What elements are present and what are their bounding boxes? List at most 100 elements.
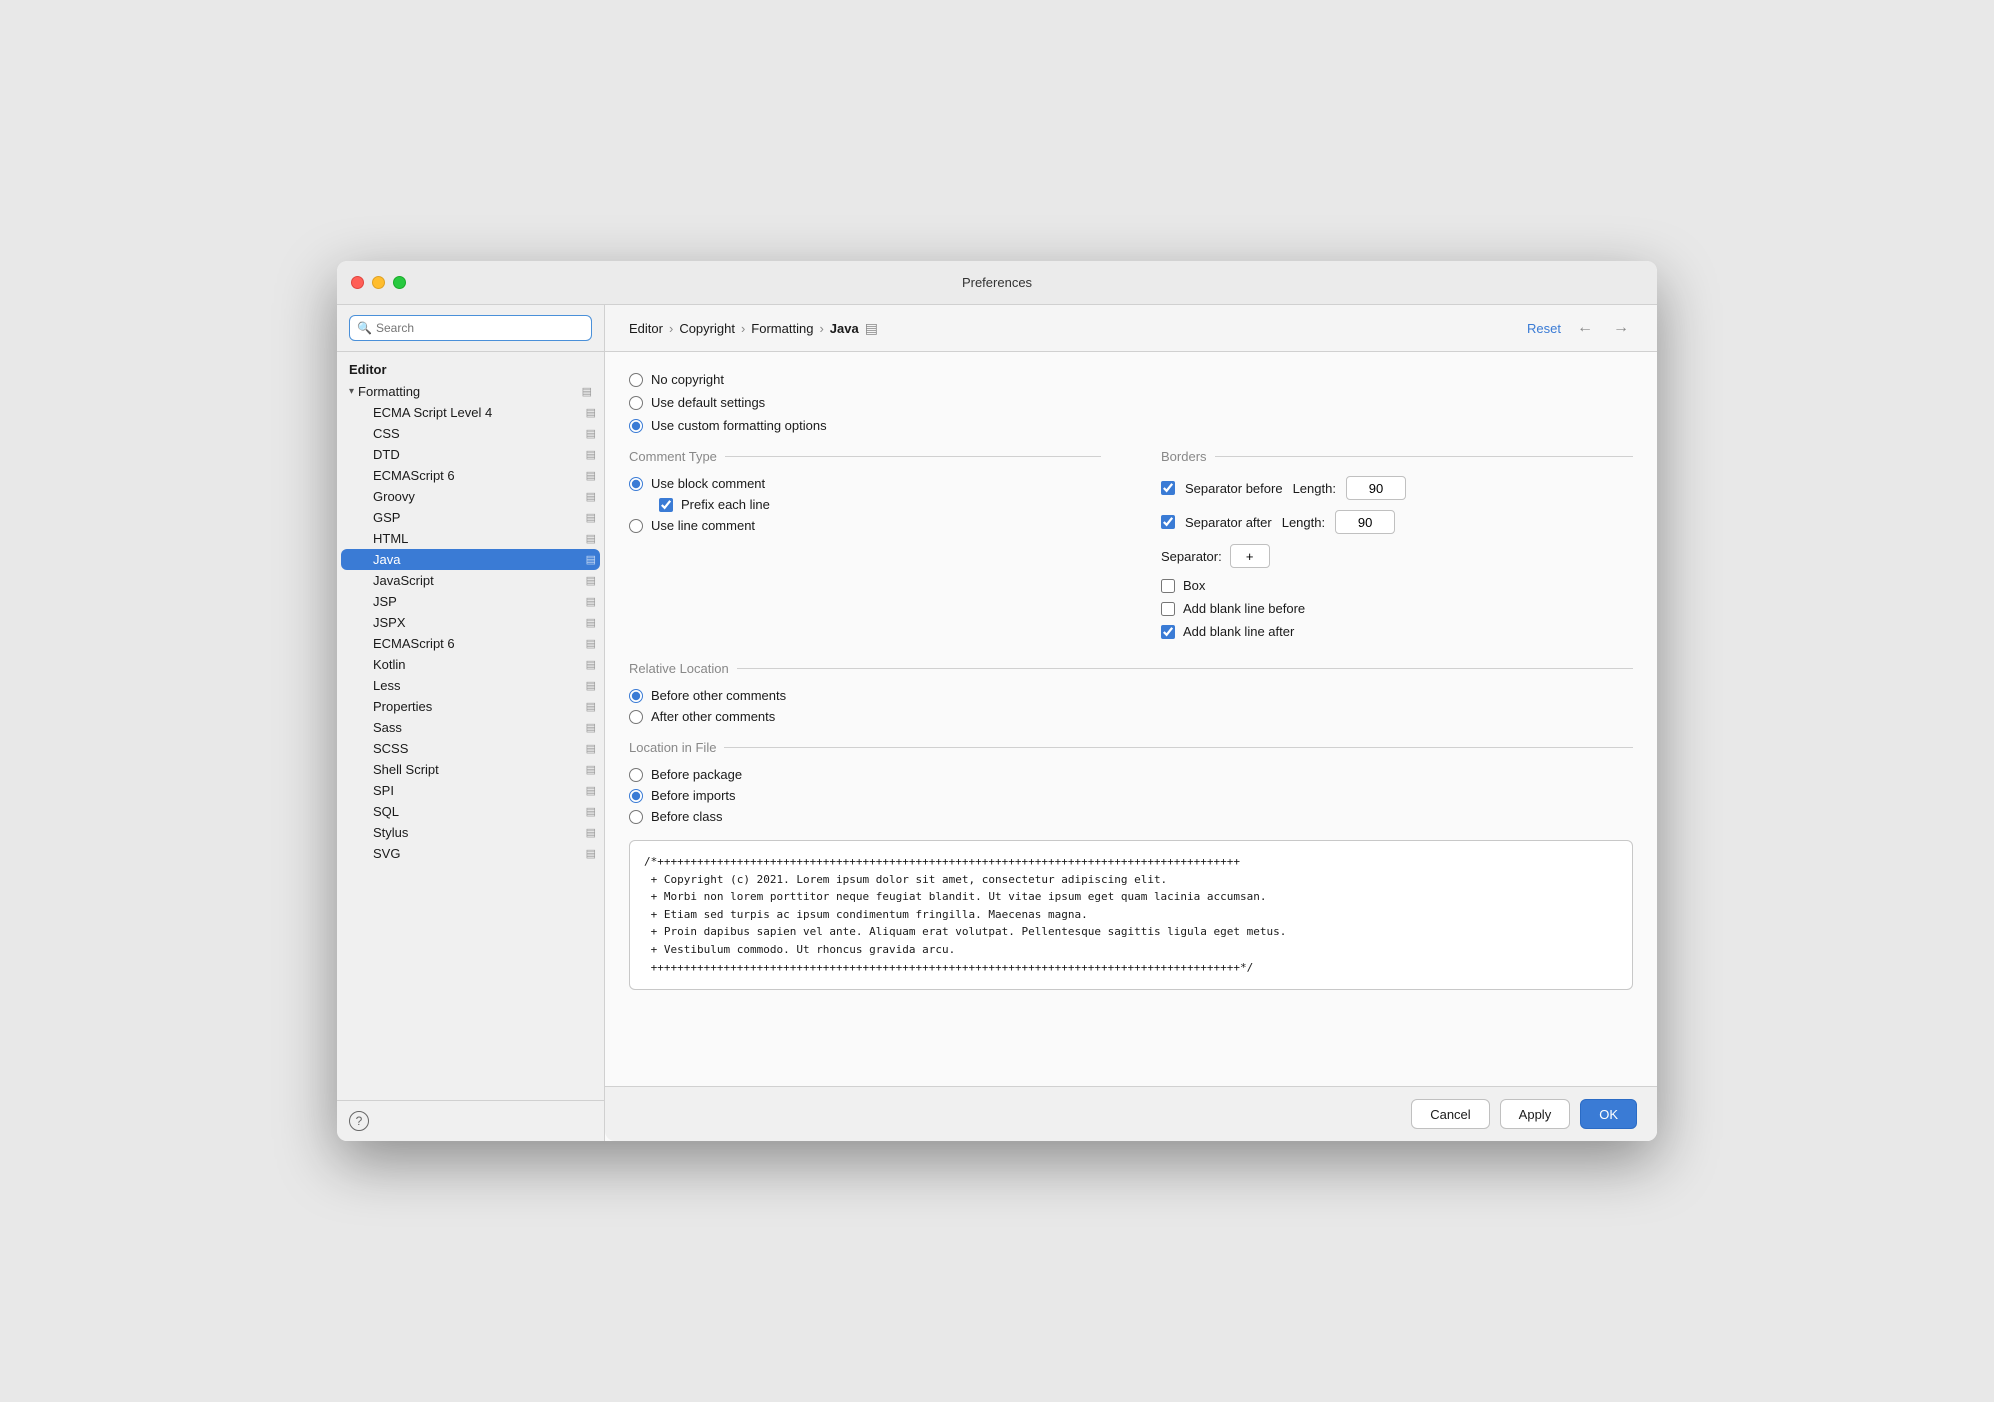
add-blank-after-checkbox[interactable] (1161, 625, 1175, 639)
sidebar-item-stylus[interactable]: Stylus ▤ (337, 822, 604, 843)
sidebar-item-properties[interactable]: Properties ▤ (337, 696, 604, 717)
before-package-text: Before package (651, 767, 742, 782)
file-icon: ▤ (586, 679, 596, 692)
titlebar: Preferences (337, 261, 1657, 305)
use-line-label[interactable]: Use line comment (629, 518, 1101, 533)
before-class-radio[interactable] (629, 810, 643, 824)
sidebar-item-editor[interactable]: Editor (337, 358, 604, 381)
box-checkbox[interactable] (1161, 579, 1175, 593)
after-other-radio[interactable] (629, 710, 643, 724)
before-imports-radio[interactable] (629, 789, 643, 803)
separator-after-label: Separator after (1185, 515, 1272, 530)
location-in-file-title: Location in File (629, 740, 1633, 755)
no-copyright-group: No copyright (629, 372, 1633, 387)
prefix-each-checkbox[interactable] (659, 498, 673, 512)
prefix-each-label[interactable]: Prefix each line (659, 497, 1101, 512)
use-custom-group: Use custom formatting options (629, 418, 1633, 433)
before-class-label[interactable]: Before class (629, 809, 1633, 824)
use-block-label[interactable]: Use block comment (629, 476, 1101, 491)
sidebar-item-less[interactable]: Less ▤ (337, 675, 604, 696)
search-input[interactable] (349, 315, 592, 341)
forward-button[interactable]: → (1609, 317, 1633, 339)
use-default-radio[interactable] (629, 396, 643, 410)
before-other-label[interactable]: Before other comments (629, 688, 1633, 703)
content-area: 🔍 Editor ▾ Formatting ▤ ECMA Script Leve… (337, 305, 1657, 1141)
minimize-button[interactable] (372, 276, 385, 289)
help-button[interactable]: ? (349, 1111, 369, 1131)
sidebar-item-html[interactable]: HTML ▤ (337, 528, 604, 549)
add-blank-after-label[interactable]: Add blank line after (1161, 624, 1633, 639)
comment-type-title: Comment Type (629, 449, 1101, 464)
cancel-button[interactable]: Cancel (1411, 1099, 1489, 1129)
no-copyright-label[interactable]: No copyright (629, 372, 1633, 387)
before-imports-label[interactable]: Before imports (629, 788, 1633, 803)
separator-before-length-input[interactable] (1346, 476, 1406, 500)
close-button[interactable] (351, 276, 364, 289)
sidebar-item-sass[interactable]: Sass ▤ (337, 717, 604, 738)
sidebar-item-jspx[interactable]: JSPX ▤ (337, 612, 604, 633)
location-in-file-section: Location in File Before package Before i… (629, 740, 1633, 824)
before-package-radio[interactable] (629, 768, 643, 782)
preview-text: /*++++++++++++++++++++++++++++++++++++++… (644, 853, 1618, 976)
file-icon: ▤ (586, 406, 596, 419)
sidebar-item-groovy[interactable]: Groovy ▤ (337, 486, 604, 507)
file-icon: ▤ (586, 448, 596, 461)
separator-before-row: Separator before Length: (1161, 476, 1633, 500)
borders-title: Borders (1161, 449, 1633, 464)
use-block-radio[interactable] (629, 477, 643, 491)
sidebar-item-formatting[interactable]: ▾ Formatting ▤ (337, 381, 604, 402)
sidebar-item-jsp[interactable]: JSP ▤ (337, 591, 604, 612)
use-default-label[interactable]: Use default settings (629, 395, 1633, 410)
maximize-button[interactable] (393, 276, 406, 289)
prefix-indent: Prefix each line (629, 497, 1101, 512)
separator-char-input[interactable] (1230, 544, 1270, 568)
sidebar-item-scss[interactable]: SCSS ▤ (337, 738, 604, 759)
sidebar-item-java[interactable]: Java ▤ (341, 549, 600, 570)
sidebar-item-dtd[interactable]: DTD ▤ (337, 444, 604, 465)
separator-before-checkbox[interactable] (1161, 481, 1175, 495)
separator-after-checkbox[interactable] (1161, 515, 1175, 529)
after-other-label[interactable]: After other comments (629, 709, 1633, 724)
sidebar-item-ecmascript6b[interactable]: ECMAScript 6 ▤ (337, 633, 604, 654)
breadcrumb-formatting[interactable]: Formatting (751, 321, 813, 336)
sidebar-item-svg[interactable]: SVG ▤ (337, 843, 604, 864)
box-label[interactable]: Box (1161, 578, 1633, 593)
traffic-lights (351, 276, 406, 289)
gear-icon: ▤ (865, 320, 878, 337)
breadcrumb-sep-2: › (741, 321, 745, 336)
sidebar-item-sql[interactable]: SQL ▤ (337, 801, 604, 822)
before-package-label[interactable]: Before package (629, 767, 1633, 782)
no-copyright-text: No copyright (651, 372, 724, 387)
add-blank-before-checkbox[interactable] (1161, 602, 1175, 616)
back-button[interactable]: ← (1573, 317, 1597, 339)
breadcrumb-copyright[interactable]: Copyright (679, 321, 735, 336)
file-icon: ▤ (586, 490, 596, 503)
sections-row: Comment Type Use block comment Prefix ea… (629, 449, 1633, 645)
reset-button[interactable]: Reset (1527, 321, 1561, 336)
sidebar-item-spi[interactable]: SPI ▤ (337, 780, 604, 801)
file-icon: ▤ (586, 658, 596, 671)
no-copyright-radio[interactable] (629, 373, 643, 387)
file-icon: ▤ (586, 721, 596, 734)
use-default-group: Use default settings (629, 395, 1633, 410)
sidebar-item-css[interactable]: CSS ▤ (337, 423, 604, 444)
sidebar-item-gsp[interactable]: GSP ▤ (337, 507, 604, 528)
use-custom-label[interactable]: Use custom formatting options (629, 418, 1633, 433)
sidebar-item-javascript[interactable]: JavaScript ▤ (337, 570, 604, 591)
before-other-radio[interactable] (629, 689, 643, 703)
footer: Cancel Apply OK (605, 1086, 1657, 1141)
use-block-text: Use block comment (651, 476, 765, 491)
breadcrumb-editor[interactable]: Editor (629, 321, 663, 336)
sidebar-item-shellscript[interactable]: Shell Script ▤ (337, 759, 604, 780)
borders-section: Borders Separator before Length: Separat… (1161, 449, 1633, 645)
sidebar-item-kotlin[interactable]: Kotlin ▤ (337, 654, 604, 675)
sidebar-bottom: ? (337, 1100, 604, 1141)
sidebar-item-ecmascript4[interactable]: ECMA Script Level 4 ▤ (337, 402, 604, 423)
apply-button[interactable]: Apply (1500, 1099, 1571, 1129)
use-line-radio[interactable] (629, 519, 643, 533)
separator-after-length-input[interactable] (1335, 510, 1395, 534)
use-custom-radio[interactable] (629, 419, 643, 433)
add-blank-before-label[interactable]: Add blank line before (1161, 601, 1633, 616)
ok-button[interactable]: OK (1580, 1099, 1637, 1129)
sidebar-item-ecmascript6a[interactable]: ECMAScript 6 ▤ (337, 465, 604, 486)
